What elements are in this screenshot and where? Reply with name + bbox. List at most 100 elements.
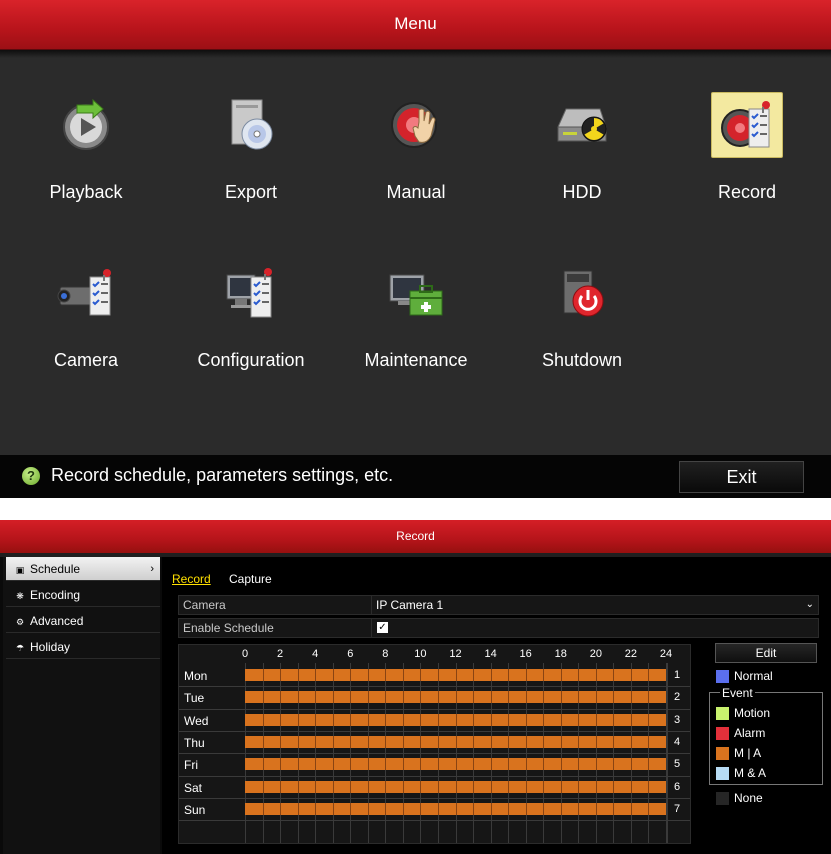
- schedule-row-mon[interactable]: Mon 1: [179, 665, 690, 687]
- menu-label-manual: Manual: [386, 182, 446, 202]
- hour-divider: [613, 713, 614, 726]
- hour-divider: [315, 735, 316, 748]
- hour-divider: [403, 713, 404, 726]
- sidebar-item-schedule[interactable]: ▣ Schedule ›: [6, 557, 160, 581]
- hour-divider: [596, 691, 597, 704]
- record-sidebar: ▣ Schedule › ❋ Encoding ⚙ Advanced ☂ Holiday: [3, 557, 160, 854]
- hour-divider: [508, 691, 509, 704]
- camera-row: Camera IP Camera 1 ⌄: [178, 595, 819, 615]
- tab-record[interactable]: Record: [172, 572, 211, 586]
- hour-divider: [456, 713, 457, 726]
- schedule-row-sat[interactable]: Sat 6: [179, 777, 690, 799]
- hour-divider: [385, 713, 386, 726]
- schedule-bar[interactable]: [245, 802, 666, 815]
- hour-divider: [543, 669, 544, 681]
- day-name: Wed: [184, 713, 209, 728]
- hour-divider: [385, 758, 386, 771]
- schedule-bar[interactable]: [245, 758, 666, 771]
- edit-button[interactable]: Edit: [715, 643, 817, 663]
- hour-divider: [438, 758, 439, 771]
- schedule-row-thu[interactable]: Thu 4: [179, 732, 690, 754]
- hour-divider: [438, 802, 439, 815]
- hour-divider: [631, 669, 632, 681]
- hour-label: 24: [659, 648, 673, 660]
- sidebar-item-advanced[interactable]: ⚙ Advanced: [6, 609, 160, 633]
- schedule-row-sun[interactable]: Sun 7: [179, 799, 690, 821]
- schedule-row-tue[interactable]: Tue 2: [179, 687, 690, 709]
- menu-label-maintenance: Maintenance: [364, 350, 468, 370]
- camera-select[interactable]: IP Camera 1 ⌄: [371, 596, 818, 614]
- hour-divider: [298, 713, 299, 726]
- exit-button[interactable]: Exit: [679, 461, 804, 493]
- hour-divider: [315, 691, 316, 704]
- tab-capture[interactable]: Capture: [229, 572, 272, 586]
- shutdown-power-icon: [546, 260, 618, 326]
- menu-label-shutdown: Shutdown: [541, 350, 623, 370]
- hour-divider: [508, 802, 509, 815]
- hour-divider: [648, 802, 649, 815]
- schedule-bar[interactable]: [245, 691, 666, 704]
- hour-divider: [508, 735, 509, 748]
- encoding-icon: ❋: [16, 591, 24, 601]
- hour-divider: [473, 691, 474, 704]
- schedule-grid[interactable]: 0 2 4 6 8 10 12 14 16 18 20 22 24 Mon 1 Tue 2 Wed 3 Thu 4 Fr…: [178, 644, 691, 844]
- hour-label: 20: [589, 648, 602, 660]
- hour-divider: [350, 735, 351, 748]
- hour-divider: [385, 735, 386, 748]
- enable-schedule-checkbox[interactable]: ✓: [377, 622, 388, 633]
- hour-divider: [526, 802, 527, 815]
- menu-label-record: Record: [717, 182, 777, 202]
- hour-divider: [350, 669, 351, 681]
- advanced-icon: ⚙: [15, 617, 25, 627]
- hour-divider: [420, 735, 421, 748]
- hour-divider: [350, 758, 351, 771]
- hour-label: 2: [277, 648, 284, 660]
- hour-divider: [561, 758, 562, 771]
- schedule-bar[interactable]: [245, 735, 666, 748]
- hour-divider: [280, 780, 281, 793]
- hour-divider: [473, 735, 474, 748]
- hour-label: 4: [312, 648, 319, 660]
- schedule-bar[interactable]: [245, 780, 666, 793]
- legend-m-or-a: M | A: [716, 746, 761, 762]
- schedule-bar[interactable]: [245, 669, 666, 681]
- schedule-bar[interactable]: [245, 713, 666, 726]
- hdd-icon: [546, 92, 618, 158]
- menu-title: Menu: [0, 0, 831, 50]
- hour-label: 14: [484, 648, 497, 660]
- hour-divider: [280, 691, 281, 704]
- hour-divider: [298, 780, 299, 793]
- hour-divider: [648, 758, 649, 771]
- hour-divider: [298, 735, 299, 748]
- chevron-right-icon: ›: [150, 563, 154, 575]
- day-number: 4: [674, 735, 681, 748]
- schedule-row-fri[interactable]: Fri 5: [179, 754, 690, 776]
- sidebar-item-label: Encoding: [30, 588, 81, 602]
- hour-divider: [578, 669, 579, 681]
- hour-label: 6: [347, 648, 354, 660]
- hour-divider: [263, 758, 264, 771]
- hour-divider: [561, 669, 562, 681]
- hour-divider: [333, 802, 334, 815]
- hour-divider: [420, 691, 421, 704]
- day-number: 6: [674, 780, 681, 793]
- legend-normal-swatch: [716, 670, 729, 684]
- hour-divider: [368, 802, 369, 815]
- sidebar-item-encoding[interactable]: ❋ Encoding: [6, 583, 160, 607]
- hour-divider: [543, 758, 544, 771]
- hour-divider: [263, 691, 264, 704]
- hour-divider: [648, 669, 649, 681]
- sidebar-item-holiday[interactable]: ☂ Holiday: [6, 635, 160, 659]
- hour-divider: [543, 780, 544, 793]
- hour-divider: [491, 669, 492, 681]
- hour-divider: [526, 780, 527, 793]
- hour-divider: [263, 669, 264, 681]
- enable-schedule-row: Enable Schedule ✓: [178, 618, 819, 638]
- hour-divider: [508, 713, 509, 726]
- hour-divider: [385, 780, 386, 793]
- hour-divider: [491, 758, 492, 771]
- hour-divider: [280, 758, 281, 771]
- hour-divider: [438, 669, 439, 681]
- schedule-row-wed[interactable]: Wed 3: [179, 710, 690, 732]
- hour-divider: [596, 713, 597, 726]
